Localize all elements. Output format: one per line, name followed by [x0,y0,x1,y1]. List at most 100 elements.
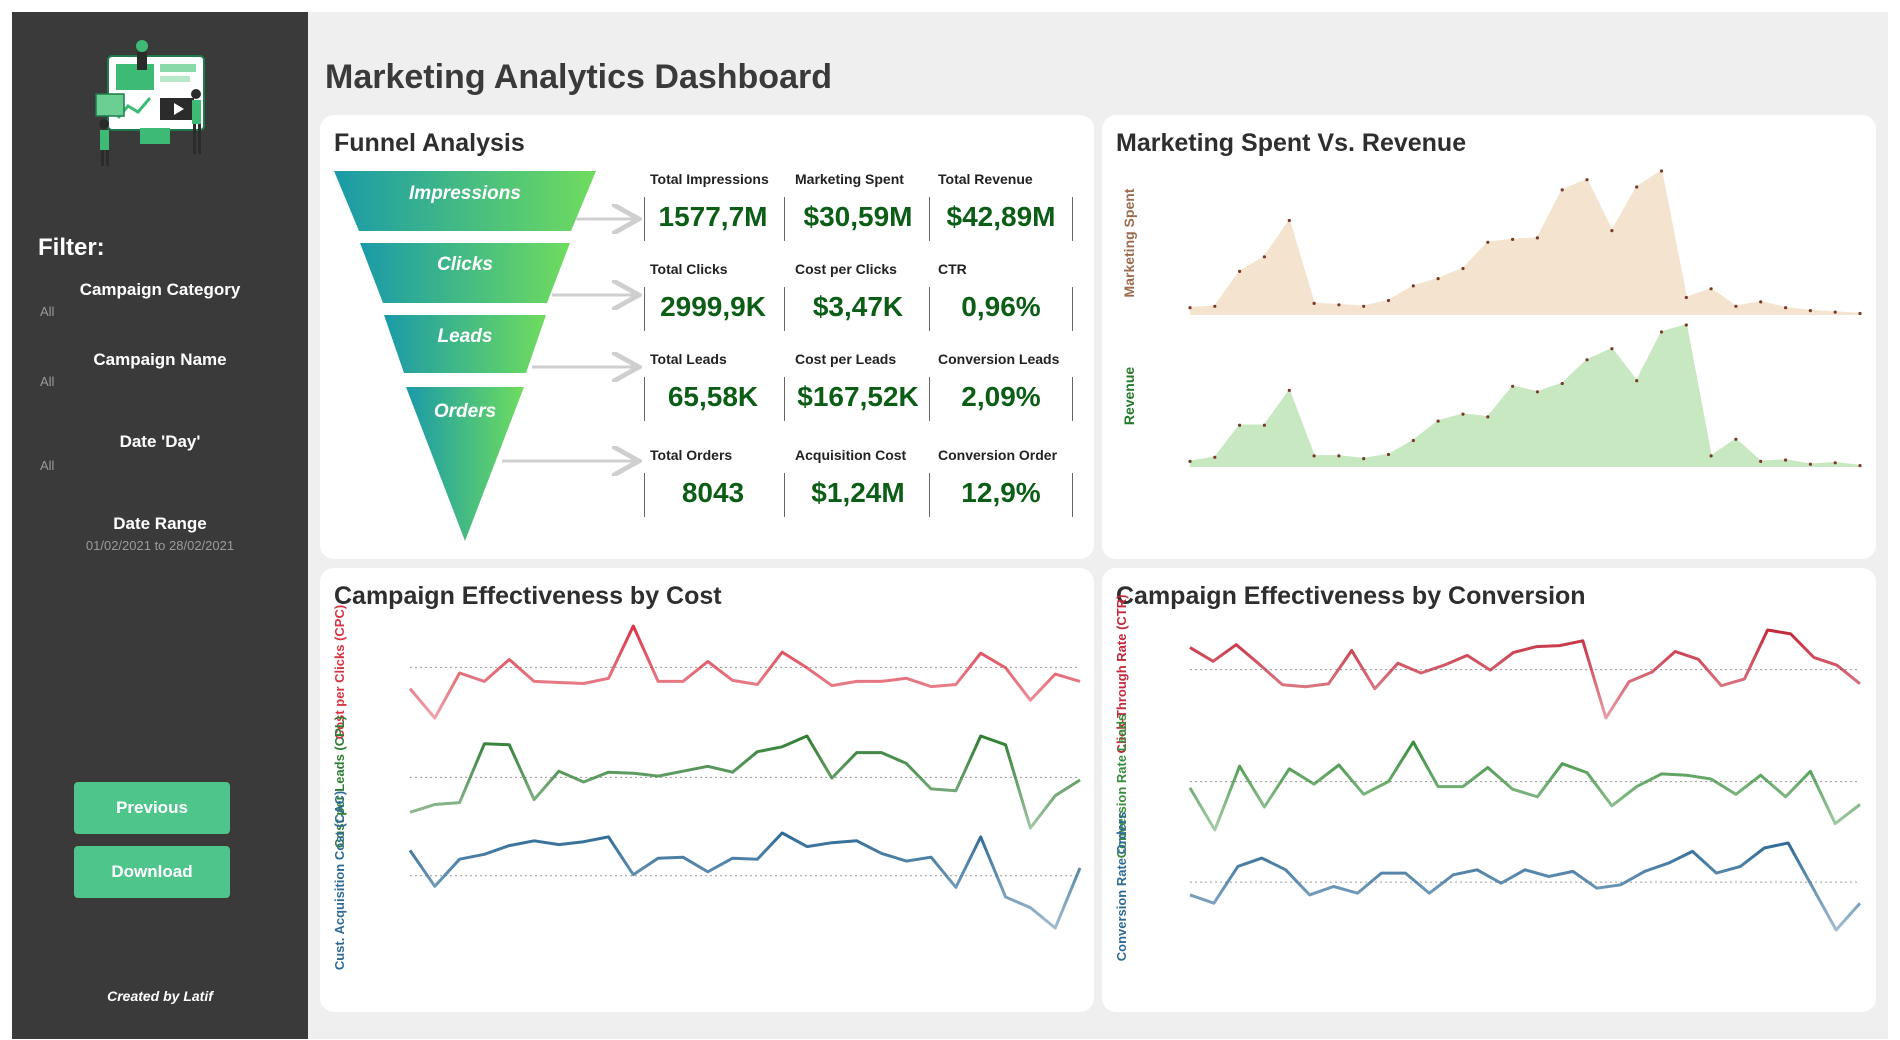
area-point [1858,464,1862,468]
area-point [1411,438,1415,443]
kpi-divider [644,287,645,331]
sidebar: Filter: Campaign Category All Campaign N… [12,12,308,1039]
area-point [1734,304,1738,308]
kpi-label-clicks-2: CTR [938,261,967,277]
area-point [1511,237,1515,241]
date-day-label[interactable]: Date 'Day' [12,432,308,452]
cost-line-1 [409,734,1081,830]
campaign-cost-card: Campaign Effectiveness by Cost Cost per … [320,568,1094,1012]
cost-line-0 [408,624,1081,720]
kpi-label-impressions-0: Total Impressions [650,171,769,187]
area-point [1213,304,1217,308]
funnel-label-clicks: Clicks [437,254,493,275]
area-point [1858,311,1862,316]
kpi-divider [929,287,930,331]
kpi-value-orders-2: 12,9% [961,477,1041,508]
area-point [1585,178,1589,182]
kpi-value-orders-1: $1,24M [811,477,905,508]
area-point [1262,255,1266,259]
kpi-label-clicks-0: Total Clicks [650,261,728,277]
campaign-cost-chart: Cost per Clicks (CPC)Cost per Leads (CPL… [332,605,1082,970]
kpi-label-leads-0: Total Leads [650,351,727,367]
campaign-name-value[interactable]: All [40,374,54,389]
funnel-card: Funnel Analysis Impressions Clicks Leads… [320,115,1094,559]
kpi-label-orders-0: Total Orders [650,447,733,463]
campaign-conversion-chart: Click-Through Rate (CTR)Conversion Rate … [1114,595,1862,962]
kpi-value-clicks-2: 0,96% [961,291,1041,322]
conv-series-label-2: Conversion Rate Orders [1114,812,1129,962]
kpi-divider [1072,377,1073,421]
conv-line-2 [1189,841,1862,932]
download-button[interactable]: Download [74,846,230,898]
area-point [1486,415,1490,419]
kpi-divider [929,197,930,241]
date-day-value[interactable]: All [40,458,54,473]
conv-line-1 [1188,740,1861,832]
date-range-value[interactable]: 01/02/2021 to 28/02/2021 [12,538,308,553]
area-point [1610,229,1614,233]
area-point [1238,269,1242,273]
kpi-value-impressions-2: $42,89M [946,201,1056,232]
cost-line-2 [408,831,1082,930]
kpi-divider [929,473,930,517]
area-point [1635,379,1639,383]
area-point [1461,266,1465,271]
funnel-label-impressions: Impressions [409,183,521,204]
kpi-label-orders-1: Acquisition Cost [795,447,907,463]
kpi-divider [1072,473,1073,517]
spent-revenue-card: Marketing Spent Vs. Revenue Marketing Sp… [1102,115,1876,559]
area-point [1784,458,1788,462]
area-point [1610,347,1614,351]
kpi-label-orders-2: Conversion Order [938,447,1058,463]
kpi-label-impressions-1: Marketing Spent [795,171,904,187]
credit-text: Created by Latif [107,988,213,1004]
area-0 [1190,171,1860,315]
area-series-label-0: Marketing Spent [1121,188,1137,297]
funnel-label-leads: Leads [438,326,493,347]
kpi-value-leads-0: 65,58K [667,381,759,412]
area-point [1833,461,1837,465]
kpi-divider [644,377,645,421]
area-point [1808,462,1812,466]
kpi-divider [784,473,785,517]
area-point [1461,412,1465,416]
kpi-divider [1072,287,1073,331]
kpi-value-impressions-0: 1577,7M [658,201,768,232]
previous-button[interactable]: Previous [74,782,230,834]
kpi-label-impressions-2: Total Revenue [938,171,1033,187]
area-point [1238,423,1242,427]
kpi-divider [644,473,645,517]
campaign-name-label[interactable]: Campaign Name [12,350,308,370]
kpi-label-leads-2: Conversion Leads [938,351,1060,367]
kpi-value-orders-0: 8043 [681,477,745,508]
kpi-divider [784,377,785,421]
area-point [1684,295,1688,300]
kpi-value-clicks-0: 2999,9K [660,291,766,322]
area-point [1635,185,1639,189]
area-point [1287,218,1291,223]
area-series-label-1: Revenue [1121,367,1137,426]
area-1 [1190,325,1860,467]
area-point [1659,169,1664,173]
area-point [1287,388,1291,392]
campaign-category-value[interactable]: All [40,304,54,319]
spent-revenue-chart: Marketing Spent Revenue [1121,169,1862,468]
date-range-label[interactable]: Date Range [12,514,308,534]
kpi-label-leads-1: Cost per Leads [795,351,897,367]
area-point [1386,452,1391,457]
area-point [1759,300,1763,304]
area-point [1362,304,1366,308]
area-point [1684,323,1688,327]
kpi-value-impressions-1: $30,59M [803,201,913,232]
kpi-divider [644,197,645,241]
area-point [1262,423,1266,427]
funnel-label-orders: Orders [434,401,496,422]
area-point [1436,419,1440,423]
area-point [1312,301,1316,305]
filter-title: Filter: [38,234,105,261]
campaign-category-label[interactable]: Campaign Category [12,280,308,300]
dashboard-frame: Filter: Campaign Category All Campaign N… [12,12,1888,1039]
area-point [1411,284,1415,288]
kpi-divider [929,377,930,421]
area-point [1535,390,1539,394]
